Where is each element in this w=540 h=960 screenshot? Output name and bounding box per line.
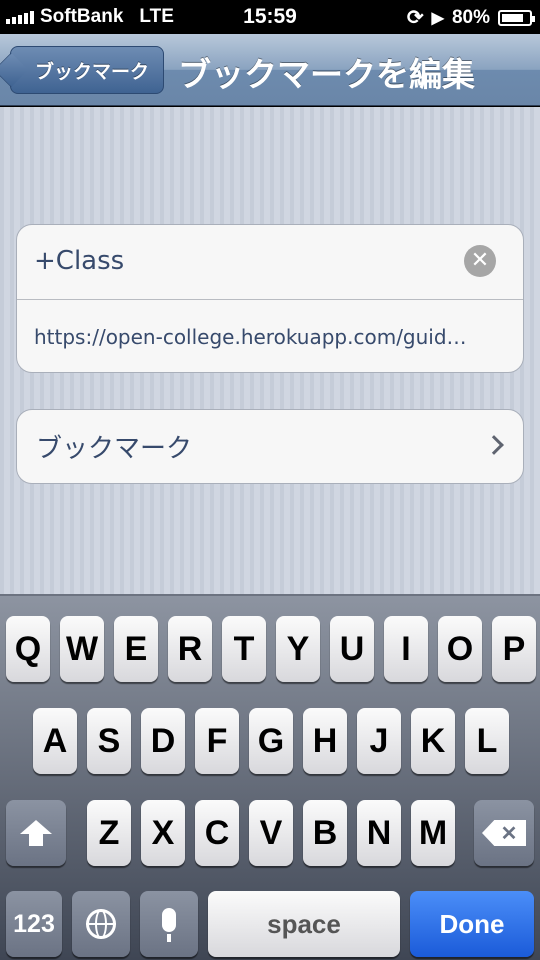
bookmark-fields-group: +Class ✕ https://open-college.herokuapp.… (16, 224, 524, 373)
key-f[interactable]: F (195, 708, 239, 774)
key-q[interactable]: Q (6, 616, 50, 682)
battery-percent: 80% (451, 6, 490, 28)
clear-text-icon[interactable]: ✕ (464, 245, 496, 277)
key-c[interactable]: C (195, 800, 239, 866)
key-p[interactable]: P (492, 616, 536, 682)
back-arrow-icon (0, 52, 29, 88)
key-x[interactable]: X (141, 800, 185, 866)
status-right: ⟳ ▶ 80% (406, 5, 535, 30)
key-u[interactable]: U (330, 616, 374, 682)
location-icon: ▶ (431, 9, 444, 27)
shift-key[interactable] (6, 800, 66, 866)
key-l[interactable]: L (465, 708, 509, 774)
title-input[interactable]: +Class (34, 246, 124, 276)
back-button-label: ブックマーク (34, 60, 149, 83)
key-m[interactable]: M (411, 800, 455, 866)
rotation-lock-icon: ⟳ (406, 7, 424, 29)
delete-key[interactable]: ✕ (474, 800, 534, 866)
key-y[interactable]: Y (276, 616, 320, 682)
key-j[interactable]: J (357, 708, 401, 774)
page-title: ブックマークを編集 (178, 55, 475, 94)
title-field[interactable]: +Class ✕ (17, 225, 523, 299)
chevron-right-icon (484, 435, 504, 455)
key-r[interactable]: R (168, 616, 212, 682)
shift-icon (20, 820, 52, 846)
key-d[interactable]: D (141, 708, 185, 774)
key-k[interactable]: K (411, 708, 455, 774)
key-z[interactable]: Z (87, 800, 131, 866)
url-input[interactable]: https://open-college.herokuapp.com/guid… (34, 325, 504, 349)
key-i[interactable]: I (384, 616, 428, 682)
key-e[interactable]: E (114, 616, 158, 682)
key-v[interactable]: V (249, 800, 293, 866)
numbers-key[interactable]: 123 (6, 891, 62, 957)
globe-icon (86, 909, 116, 939)
battery-fill (502, 13, 523, 22)
folder-select-row[interactable]: ブックマーク (16, 409, 524, 484)
key-s[interactable]: S (87, 708, 131, 774)
key-a[interactable]: A (33, 708, 77, 774)
space-key[interactable]: space (208, 891, 400, 957)
url-field[interactable]: https://open-college.herokuapp.com/guid… (17, 299, 523, 373)
key-n[interactable]: N (357, 800, 401, 866)
key-h[interactable]: H (303, 708, 347, 774)
folder-row[interactable]: ブックマーク (17, 410, 523, 484)
keyboard: Q W E R T Y U I O P A S D F G H J K L Z … (0, 594, 540, 960)
status-bar: SoftBank LTE 15:59 ⟳ ▶ 80% (0, 0, 540, 34)
key-o[interactable]: O (438, 616, 482, 682)
navigation-bar: ブックマーク ブックマークを編集 (0, 34, 540, 106)
folder-label: ブックマーク (36, 434, 193, 464)
battery-icon (498, 9, 535, 26)
globe-key[interactable] (72, 891, 130, 957)
key-w[interactable]: W (60, 616, 104, 682)
back-button[interactable]: ブックマーク (0, 46, 164, 94)
dictation-key[interactable] (140, 891, 198, 957)
key-b[interactable]: B (303, 800, 347, 866)
key-t[interactable]: T (222, 616, 266, 682)
delete-icon: ✕ (482, 820, 526, 846)
key-g[interactable]: G (249, 708, 293, 774)
done-key[interactable]: Done (410, 891, 534, 957)
edit-bookmark-form: +Class ✕ https://open-college.herokuapp.… (0, 107, 540, 594)
microphone-icon (162, 908, 176, 942)
